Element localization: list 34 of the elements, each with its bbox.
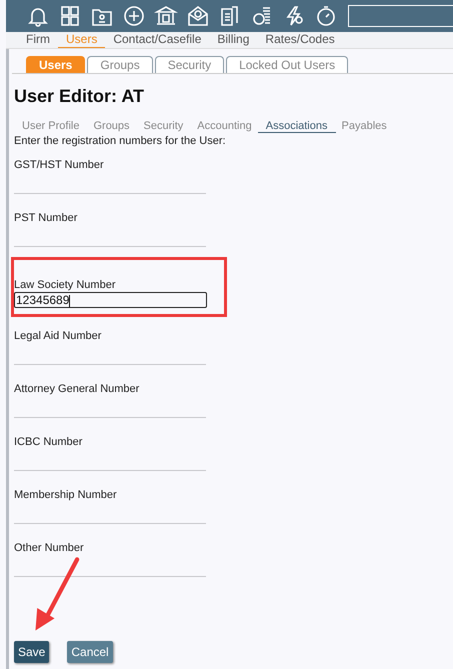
nav-tab[interactable]: Contact/Casefile: [105, 32, 210, 48]
search-field[interactable]: [348, 5, 453, 27]
input-field[interactable]: 12345689: [14, 292, 207, 308]
bank-icon[interactable]: [154, 4, 178, 28]
page-title: User Editor: AT: [14, 86, 146, 107]
field-label: GST/HST Number: [14, 158, 105, 172]
field-label: Other Number: [14, 541, 85, 555]
nav-tab[interactable]: Billing: [209, 32, 258, 48]
field-label: Law Society Number: [14, 278, 116, 292]
editor-tab[interactable]: Groups: [93, 120, 130, 133]
sub-tab[interactable]: Users: [26, 56, 86, 73]
form-button[interactable]: Cancel: [67, 641, 113, 663]
field-label: Membership Number: [14, 488, 118, 502]
instruction-text: Enter the registration numbers for the User:: [14, 135, 227, 147]
nav-tab[interactable]: Firm: [26, 32, 58, 48]
nav-tab[interactable]: Users: [58, 32, 106, 48]
grid-icon[interactable]: [58, 4, 82, 28]
editor-tab[interactable]: Payables: [342, 120, 387, 133]
form-button[interactable]: Save: [14, 641, 50, 663]
envelope-icon[interactable]: [186, 4, 210, 28]
nav-tab[interactable]: Rates/Codes: [257, 32, 343, 48]
plus-icon[interactable]: [122, 4, 146, 28]
editor-tab[interactable]: Security: [144, 120, 184, 133]
sub-tab[interactable]: Groups: [87, 56, 153, 73]
stopwatch-icon[interactable]: [314, 4, 338, 28]
field-label: ICBC Number: [14, 435, 84, 449]
editor-tab[interactable]: User Profile: [22, 120, 80, 133]
sub-tab[interactable]: Security: [154, 56, 224, 73]
editor-tab[interactable]: Accounting: [197, 120, 252, 133]
field-label: PST Number: [14, 211, 78, 225]
editor-tab[interactable]: Associations: [258, 120, 336, 133]
field-label: Attorney General Number: [14, 382, 140, 396]
field-label: Legal Aid Number: [14, 329, 102, 343]
sub-tab[interactable]: Locked Out Users: [226, 56, 348, 73]
